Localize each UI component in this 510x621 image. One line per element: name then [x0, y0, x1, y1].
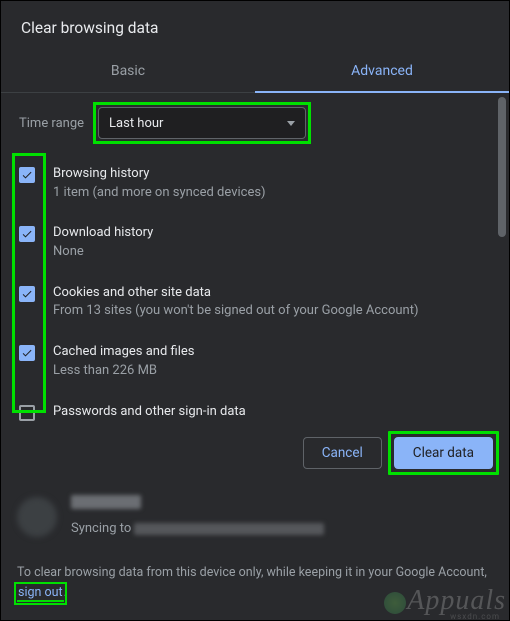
item-subtitle: None — [53, 243, 153, 262]
item-subtitle: Less than 226 MB — [53, 362, 194, 381]
avatar — [17, 497, 57, 537]
checkbox-cookies[interactable] — [19, 286, 35, 302]
list-item: Passwords and other sign-in data — [15, 395, 491, 422]
time-range-value: Last hour — [109, 116, 163, 131]
time-range-label: Time range — [19, 116, 84, 131]
clear-data-label: Clear data — [413, 445, 474, 461]
dialog-title: Clear browsing data — [1, 1, 509, 51]
tab-basic[interactable]: Basic — [1, 51, 255, 92]
checkbox-download-history[interactable] — [19, 226, 35, 242]
item-subtitle: 1 item (and more on synced devices) — [53, 184, 266, 203]
list-item: Cached images and files Less than 226 MB — [15, 335, 491, 394]
list-item: Browsing history 1 item (and more on syn… — [15, 157, 491, 216]
time-range-row: Time range Last hour — [19, 107, 491, 139]
item-title: Passwords and other sign-in data — [53, 403, 246, 421]
sync-account-row: Syncing to — [17, 495, 493, 556]
chevron-down-icon — [287, 121, 295, 126]
time-range-select[interactable]: Last hour — [98, 107, 306, 139]
item-title: Download history — [53, 224, 153, 242]
footer-text: To clear browsing data from this device … — [17, 565, 487, 580]
clear-data-button[interactable]: Clear data — [394, 437, 493, 469]
list-item: Download history None — [15, 216, 491, 275]
dialog-footer: Syncing to To clear browsing data from t… — [1, 485, 509, 620]
account-name-blurred — [71, 495, 141, 509]
item-title: Cookies and other site data — [53, 284, 418, 302]
footer-text-after: . — [64, 585, 67, 600]
checkbox-cache[interactable] — [19, 345, 35, 361]
checkbox-browsing-history[interactable] — [19, 167, 35, 183]
sync-status: Syncing to — [71, 519, 324, 539]
checkbox-passwords[interactable] — [19, 405, 35, 421]
clear-browsing-data-dialog: Clear browsing data Basic Advanced Time … — [0, 0, 510, 621]
tab-bar: Basic Advanced — [1, 51, 509, 93]
account-email-blurred — [134, 523, 324, 535]
data-type-list: Browsing history 1 item (and more on syn… — [15, 157, 491, 422]
dialog-body: Time range Last hour Browsing history 1 … — [1, 93, 509, 422]
sub-watermark: wsxdn.com — [450, 612, 500, 621]
sign-out-link[interactable]: sign out — [17, 585, 64, 602]
item-subtitle: From 13 sites (you won't be signed out o… — [53, 302, 418, 321]
dialog-button-row: Cancel Clear data — [1, 422, 509, 485]
cancel-button[interactable]: Cancel — [303, 437, 382, 469]
tab-advanced[interactable]: Advanced — [255, 51, 509, 92]
list-item: Cookies and other site data From 13 site… — [15, 276, 491, 335]
scrollbar-thumb[interactable] — [498, 97, 506, 237]
item-title: Browsing history — [53, 165, 266, 183]
item-title: Cached images and files — [53, 343, 194, 361]
syncing-label: Syncing to — [71, 521, 134, 536]
